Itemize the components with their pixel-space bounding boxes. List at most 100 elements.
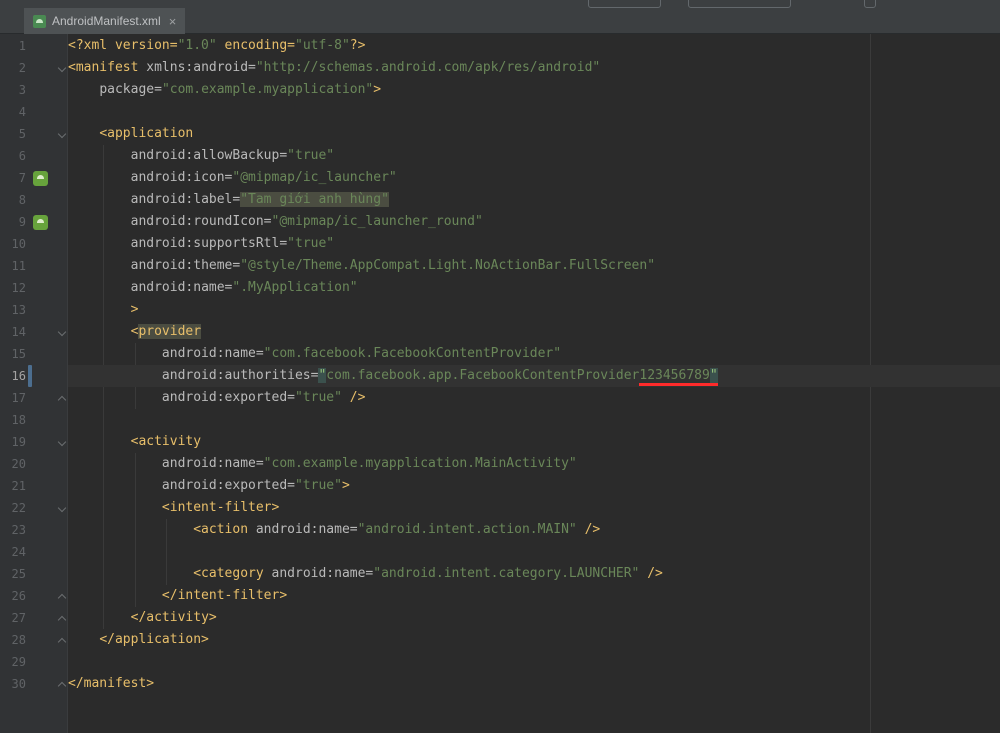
gutter-cell[interactable]: 8 bbox=[0, 189, 68, 211]
code-text[interactable]: <intent-filter> bbox=[68, 497, 1000, 519]
fold-marker[interactable] bbox=[58, 614, 67, 623]
gutter-cell[interactable]: 24 bbox=[0, 541, 68, 563]
code-line[interactable]: 20 android:name="com.example.myapplicati… bbox=[0, 453, 1000, 475]
gutter-cell[interactable]: 25 bbox=[0, 563, 68, 585]
code-text[interactable]: <provider bbox=[68, 321, 1000, 343]
code-line[interactable]: 30</manifest> bbox=[0, 673, 1000, 695]
gutter-cell[interactable]: 17 bbox=[0, 387, 68, 409]
code-text[interactable]: <application bbox=[68, 123, 1000, 145]
code-line[interactable]: 23 <action android:name="android.intent.… bbox=[0, 519, 1000, 541]
gutter-cell[interactable]: 12 bbox=[0, 277, 68, 299]
fold-marker[interactable] bbox=[58, 130, 67, 139]
code-text[interactable]: <manifest xmlns:android="http://schemas.… bbox=[68, 57, 1000, 79]
fold-marker[interactable] bbox=[58, 680, 67, 689]
code-line[interactable]: 17 android:exported="true" /> bbox=[0, 387, 1000, 409]
code-text[interactable]: android:label="Tam giới anh hùng" bbox=[68, 189, 1000, 211]
code-line[interactable]: 15 android:name="com.facebook.FacebookCo… bbox=[0, 343, 1000, 365]
code-line[interactable]: 6 android:allowBackup="true" bbox=[0, 145, 1000, 167]
gutter-cell[interactable]: 23 bbox=[0, 519, 68, 541]
code-text[interactable]: </application> bbox=[68, 629, 1000, 651]
gutter-cell[interactable]: 13 bbox=[0, 299, 68, 321]
code-text[interactable]: > bbox=[68, 299, 1000, 321]
launcher-icon-preview[interactable] bbox=[33, 215, 48, 230]
gutter-cell[interactable]: 9 bbox=[0, 211, 68, 233]
gutter-cell[interactable]: 2 bbox=[0, 57, 68, 79]
code-text[interactable] bbox=[68, 101, 1000, 123]
code-text[interactable]: android:exported="true"> bbox=[68, 475, 1000, 497]
code-line[interactable]: 25 <category android:name="android.inten… bbox=[0, 563, 1000, 585]
fold-marker[interactable] bbox=[58, 328, 67, 337]
gutter-cell[interactable]: 21 bbox=[0, 475, 68, 497]
code-text[interactable]: <?xml version="1.0" encoding="utf-8"?> bbox=[68, 35, 1000, 57]
close-icon[interactable]: × bbox=[167, 15, 177, 28]
fold-marker[interactable] bbox=[58, 64, 67, 73]
code-text[interactable]: </intent-filter> bbox=[68, 585, 1000, 607]
code-line[interactable]: 22 <intent-filter> bbox=[0, 497, 1000, 519]
code-line[interactable]: 21 android:exported="true"> bbox=[0, 475, 1000, 497]
gutter-cell[interactable]: 4 bbox=[0, 101, 68, 123]
code-text[interactable]: android:exported="true" /> bbox=[68, 387, 1000, 409]
code-text[interactable]: <action android:name="android.intent.act… bbox=[68, 519, 1000, 541]
code-text[interactable]: android:theme="@style/Theme.AppCompat.Li… bbox=[68, 255, 1000, 277]
tab-androidmanifest[interactable]: AndroidManifest.xml × bbox=[24, 8, 185, 34]
fold-marker[interactable] bbox=[58, 636, 67, 645]
code-text[interactable] bbox=[68, 409, 1000, 431]
code-line[interactable]: 9 android:roundIcon="@mipmap/ic_launcher… bbox=[0, 211, 1000, 233]
code-line[interactable]: 14 <provider bbox=[0, 321, 1000, 343]
code-line[interactable]: 4 bbox=[0, 101, 1000, 123]
code-line[interactable]: 2<manifest xmlns:android="http://schemas… bbox=[0, 57, 1000, 79]
gutter-cell[interactable]: 7 bbox=[0, 167, 68, 189]
gutter-cell[interactable]: 1 bbox=[0, 35, 68, 57]
code-text[interactable]: package="com.example.myapplication"> bbox=[68, 79, 1000, 101]
gutter-cell[interactable]: 18 bbox=[0, 409, 68, 431]
code-text[interactable]: android:supportsRtl="true" bbox=[68, 233, 1000, 255]
gutter-cell[interactable]: 26 bbox=[0, 585, 68, 607]
launcher-icon-preview[interactable] bbox=[33, 171, 48, 186]
gutter-cell[interactable]: 16 bbox=[0, 365, 68, 387]
fold-marker[interactable] bbox=[58, 394, 67, 403]
gutter-cell[interactable]: 5 bbox=[0, 123, 68, 145]
gutter-cell[interactable]: 27 bbox=[0, 607, 68, 629]
code-editor[interactable]: 1<?xml version="1.0" encoding="utf-8"?>2… bbox=[0, 34, 1000, 733]
code-line[interactable]: 13 > bbox=[0, 299, 1000, 321]
code-text[interactable]: </activity> bbox=[68, 607, 1000, 629]
gutter-cell[interactable]: 3 bbox=[0, 79, 68, 101]
code-line[interactable]: 12 android:name=".MyApplication" bbox=[0, 277, 1000, 299]
code-text[interactable]: android:authorities="com.facebook.app.Fa… bbox=[68, 365, 1000, 387]
code-line[interactable]: 28 </application> bbox=[0, 629, 1000, 651]
code-line[interactable]: 7 android:icon="@mipmap/ic_launcher" bbox=[0, 167, 1000, 189]
gutter-cell[interactable]: 15 bbox=[0, 343, 68, 365]
code-line[interactable]: 8 android:label="Tam giới anh hùng" bbox=[0, 189, 1000, 211]
code-text[interactable]: <activity bbox=[68, 431, 1000, 453]
code-line[interactable]: 3 package="com.example.myapplication"> bbox=[0, 79, 1000, 101]
gutter-cell[interactable]: 22 bbox=[0, 497, 68, 519]
gutter-cell[interactable]: 14 bbox=[0, 321, 68, 343]
code-text[interactable]: android:allowBackup="true" bbox=[68, 145, 1000, 167]
code-text[interactable]: android:roundIcon="@mipmap/ic_launcher_r… bbox=[68, 211, 1000, 233]
cropped-toolbar-widget[interactable] bbox=[688, 0, 791, 8]
code-line[interactable]: 19 <activity bbox=[0, 431, 1000, 453]
cropped-toolbar-widget[interactable] bbox=[864, 0, 876, 8]
fold-marker[interactable] bbox=[58, 592, 67, 601]
gutter-cell[interactable]: 29 bbox=[0, 651, 68, 673]
code-text[interactable] bbox=[68, 541, 1000, 563]
code-text[interactable]: android:name=".MyApplication" bbox=[68, 277, 1000, 299]
gutter-cell[interactable]: 6 bbox=[0, 145, 68, 167]
code-line[interactable]: 29 bbox=[0, 651, 1000, 673]
code-text[interactable]: android:name="com.facebook.FacebookConte… bbox=[68, 343, 1000, 365]
code-text[interactable]: <category android:name="android.intent.c… bbox=[68, 563, 1000, 585]
code-line[interactable]: 24 bbox=[0, 541, 1000, 563]
gutter-cell[interactable]: 30 bbox=[0, 673, 68, 695]
code-line[interactable]: 5 <application bbox=[0, 123, 1000, 145]
gutter-cell[interactable]: 20 bbox=[0, 453, 68, 475]
gutter-cell[interactable]: 10 bbox=[0, 233, 68, 255]
code-line[interactable]: 18 bbox=[0, 409, 1000, 431]
code-line[interactable]: 27 </activity> bbox=[0, 607, 1000, 629]
code-line[interactable]: 11 android:theme="@style/Theme.AppCompat… bbox=[0, 255, 1000, 277]
code-line[interactable]: 16 android:authorities="com.facebook.app… bbox=[0, 365, 1000, 387]
fold-marker[interactable] bbox=[58, 438, 67, 447]
gutter-cell[interactable]: 28 bbox=[0, 629, 68, 651]
code-line[interactable]: 26 </intent-filter> bbox=[0, 585, 1000, 607]
code-line[interactable]: 1<?xml version="1.0" encoding="utf-8"?> bbox=[0, 35, 1000, 57]
gutter-cell[interactable]: 11 bbox=[0, 255, 68, 277]
